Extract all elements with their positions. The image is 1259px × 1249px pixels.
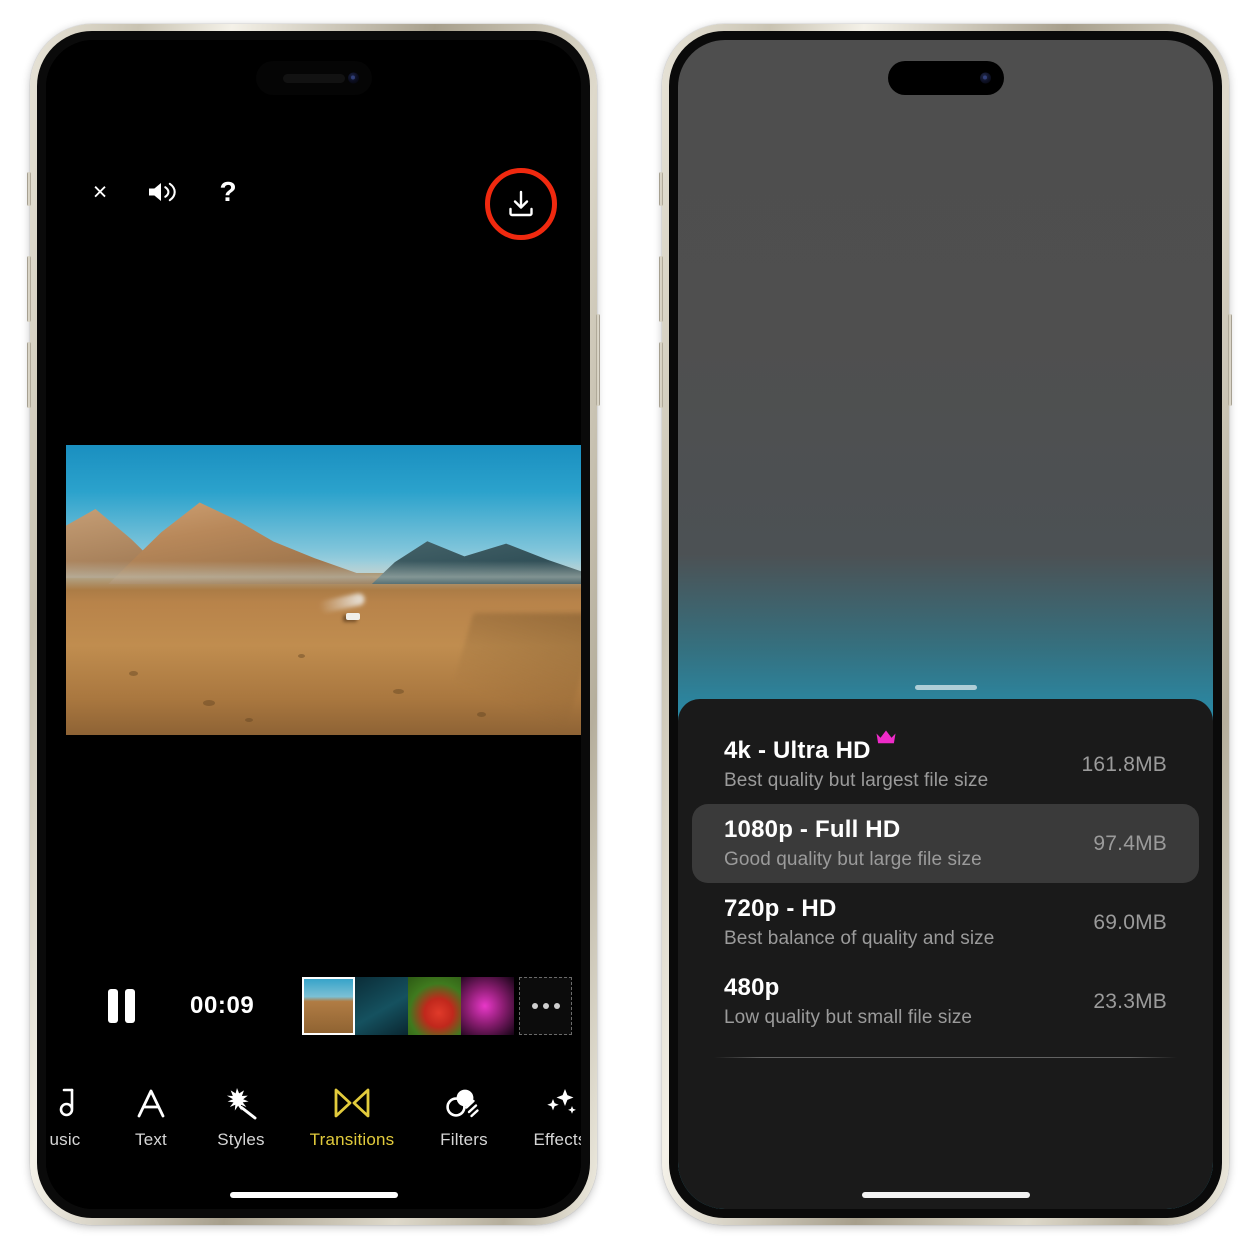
pause-icon[interactable] [108,989,138,1023]
filters-circles-icon [445,1085,483,1121]
quality-subtitle: Best quality but largest file size [724,770,989,791]
vehicle [346,612,361,620]
quality-filesize: 97.4MB [1093,831,1167,855]
quality-subtitle: Good quality but large file size [724,849,982,870]
quality-option-row[interactable]: 720p - HD Best balance of quality and si… [692,883,1199,962]
quality-title: 480p [724,974,780,1001]
section-divider [714,1057,1177,1058]
tool-transitions[interactable]: Transitions [288,1079,416,1150]
crown-icon [875,729,897,745]
help-icon[interactable]: ? [206,172,250,212]
ellipsis-dot [542,1003,549,1009]
silence-switch[interactable] [659,172,663,206]
tool-music[interactable]: usic [46,1079,108,1150]
tool-label: Filters [440,1130,488,1149]
volume-up-button[interactable] [659,256,663,322]
export-button[interactable] [485,168,557,240]
screen-right: 4k - Ultra HD Best quality but largest f… [678,40,1213,1209]
clip-filmstrip[interactable] [302,977,573,1035]
dynamic-island [887,61,1004,95]
sparkles-icon [542,1085,578,1121]
tool-filters[interactable]: Filters [416,1079,512,1150]
quality-option-text: 480p Low quality but small file size [724,974,972,1029]
quality-option-text: 1080p - Full HD Good quality but large f… [724,816,982,871]
timeline-clip[interactable] [461,977,515,1035]
quality-option-text: 4k - Ultra HD Best quality but largest f… [724,730,989,792]
magic-wand-icon [224,1085,258,1121]
close-icon[interactable]: × [80,172,120,212]
text-a-icon [135,1085,167,1121]
quality-title-wrap: 4k - Ultra HD [724,730,988,765]
ground-speck [392,688,404,694]
quality-title: 720p - HD [724,895,837,922]
quality-subtitle: Low quality but small file size [724,1007,973,1028]
highlight-ring-annotation [485,168,557,240]
volume-down-button[interactable] [27,342,31,408]
tool-label: Styles [217,1130,265,1149]
ground-speck [245,717,254,722]
ground-speck [477,711,487,717]
editor-tool-bar: usic Text Styles Transitions Filters Eff… [46,1079,581,1173]
quality-title-wrap: 720p - HD [724,895,994,923]
front-camera-icon [979,72,991,84]
power-button[interactable] [596,314,600,406]
tool-label: Effects [533,1130,581,1149]
ellipsis-dot [531,1003,538,1009]
quality-filesize: 69.0MB [1093,910,1167,934]
ground-speck [297,653,305,658]
front-camera-icon [347,72,359,84]
phone-bezel-right: 4k - Ultra HD Best quality but largest f… [669,31,1222,1218]
export-share-screen: 4k - Ultra HD Best quality but largest f… [678,40,1213,1209]
phone-mockup-right: 4k - Ultra HD Best quality but largest f… [659,24,1232,1225]
quality-option-row[interactable]: 4k - Ultra HD Best quality but largest f… [692,725,1199,804]
power-button[interactable] [1228,314,1232,406]
phone-bezel-left: × ? 00:09 usic Text Styles Transitions F… [37,31,590,1218]
screen-left: × ? 00:09 usic Text Styles Transitions F… [46,40,581,1209]
phone-mockup-left: × ? 00:09 usic Text Styles Transitions F… [27,24,600,1225]
quality-options-list: 4k - Ultra HD Best quality but largest f… [678,699,1213,1041]
quality-title-wrap: 480p [724,974,972,1002]
tool-text[interactable]: Text [108,1079,194,1150]
timecode-label: 00:09 [190,992,255,1019]
tool-label: usic [49,1130,81,1149]
tool-label: Transitions [309,1130,395,1149]
volume-up-button[interactable] [27,256,31,322]
tool-effects[interactable]: Effects [512,1079,581,1150]
add-more-clips-button[interactable] [519,977,573,1035]
atmospheric-haze [66,561,581,590]
export-bottom-sheet: 4k - Ultra HD Best quality but largest f… [678,699,1213,1209]
volume-down-button[interactable] [659,342,663,408]
quality-option-text: 720p - HD Best balance of quality and si… [724,895,994,950]
timeline-clip[interactable] [302,977,356,1035]
home-indicator[interactable] [229,1192,398,1198]
tool-styles[interactable]: Styles [194,1079,288,1150]
pause-bar [125,989,135,1023]
volume-icon[interactable] [136,172,190,212]
quality-option-row-selected[interactable]: 1080p - Full HD Good quality but large f… [692,804,1199,883]
preview-frame-image [66,445,581,735]
music-note-icon [52,1085,78,1121]
timeline-clip[interactable] [355,977,409,1035]
tool-label: Text [135,1130,167,1149]
quality-title: 1080p - Full HD [724,816,901,843]
quality-filesize: 161.8MB [1081,752,1167,776]
quality-filesize: 23.3MB [1093,989,1167,1013]
screenshot-canvas: × ? 00:09 usic Text Styles Transitions F… [0,0,1259,1249]
playback-transport-bar: 00:09 [46,970,581,1042]
timeline-clip[interactable] [408,977,462,1035]
video-preview[interactable] [66,445,581,735]
ellipsis-dot [553,1003,560,1009]
home-indicator[interactable] [861,1192,1030,1198]
quality-subtitle: Best balance of quality and size [724,928,995,949]
sheet-drag-handle[interactable] [914,685,977,690]
transitions-bowtie-icon [332,1085,372,1121]
quality-title: 4k - Ultra HD [724,737,871,764]
video-editor-app: × ? 00:09 usic Text Styles Transitions F… [46,40,581,1209]
earpiece-speaker [282,74,345,83]
silence-switch[interactable] [27,172,31,206]
quality-option-row[interactable]: 480p Low quality but small file size 23.… [692,962,1199,1041]
quality-title-wrap: 1080p - Full HD [724,816,982,844]
pause-bar [108,989,118,1023]
